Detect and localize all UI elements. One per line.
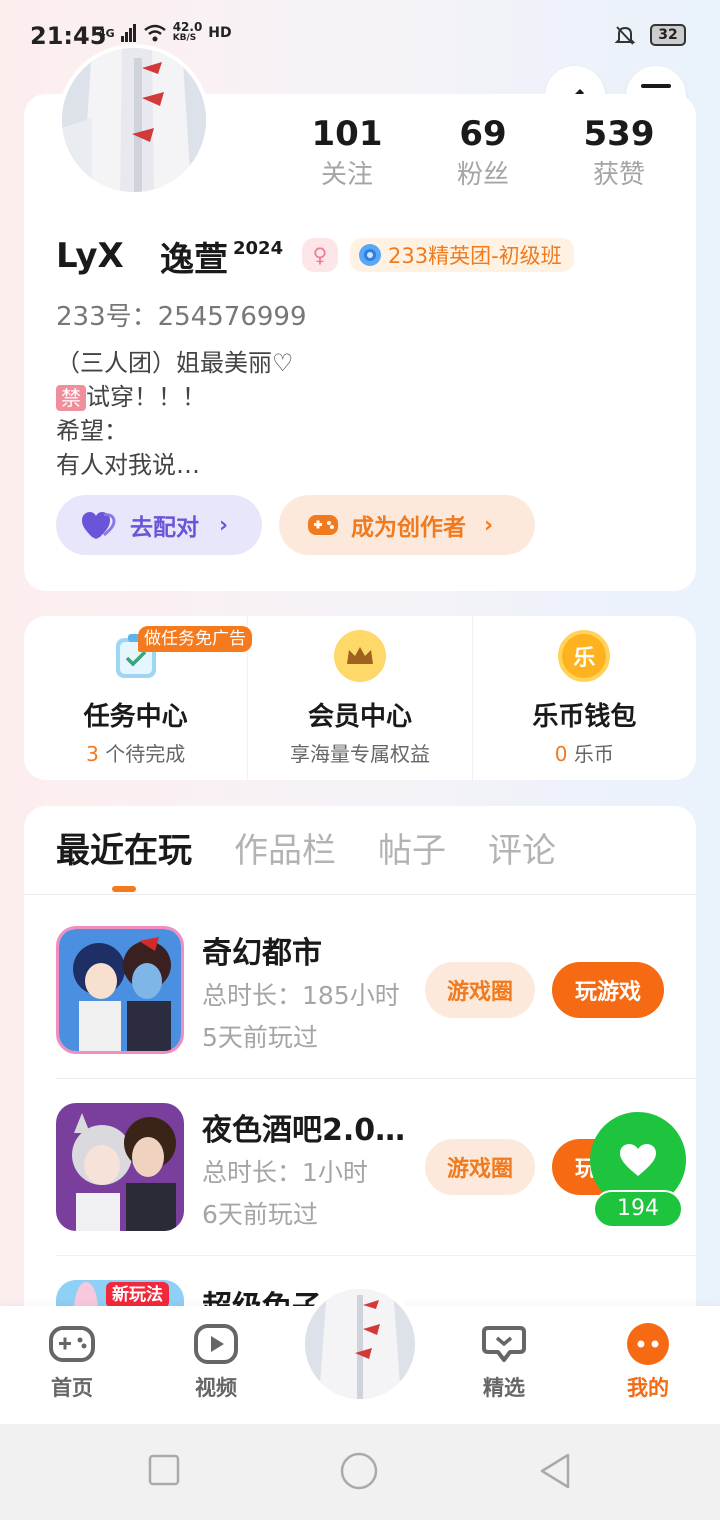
nav-label: 首页: [51, 1376, 93, 1400]
network-label: 4G: [98, 26, 115, 40]
stat-number: 69: [459, 114, 507, 154]
bio-line: （三人团）姐最美丽♡: [56, 349, 294, 377]
gamepad-icon: [308, 515, 338, 535]
game-name: 夜色酒吧2.0(…: [202, 1113, 417, 1148]
divider: [56, 1078, 696, 1079]
wifi-icon: [143, 24, 166, 42]
gamepad-icon: [48, 1322, 96, 1366]
quick-subtitle: 享海量专属权益: [289, 742, 430, 766]
member-center-entry[interactable]: 会员中心 享海量专属权益: [247, 616, 471, 780]
nav-home[interactable]: 首页: [27, 1322, 117, 1402]
user-id: 233号：254576999: [56, 302, 307, 332]
coin-icon: 乐: [558, 630, 611, 682]
game-thumbnail: [56, 1103, 184, 1231]
gender-female-badge: ♀: [302, 238, 338, 272]
username-suffix: 逸萱: [160, 240, 228, 280]
battery-icon: 32: [650, 24, 686, 46]
game-last-played: 6天前玩过: [202, 1200, 318, 1229]
stat-following[interactable]: 101 关注: [279, 112, 415, 194]
nav-label: 我的: [627, 1376, 669, 1400]
avatar: [305, 1289, 415, 1399]
team-badge[interactable]: 233精英团-初级班: [350, 238, 574, 272]
match-button[interactable]: 去配对 ›: [56, 495, 262, 555]
game-name: 奇幻都市: [202, 936, 322, 971]
quick-entries-card: 任务中心 3 个待完成 会员中心 享海量专属权益 乐 乐币钱包 0 乐币: [24, 616, 696, 780]
stat-followers[interactable]: 69 粉丝: [415, 112, 551, 194]
stat-label: 关注: [320, 160, 373, 190]
tab-indicator: [112, 886, 136, 892]
network-speed: 42.0 KB/S: [172, 20, 203, 43]
divider: [24, 894, 696, 895]
become-creator-button[interactable]: 成为创作者 ›: [279, 495, 535, 555]
status-icons: 4G 42.0 KB/S HD: [98, 20, 232, 44]
bell-off-icon: [614, 26, 636, 45]
quick-title: 乐币钱包: [532, 702, 637, 732]
game-circle-button[interactable]: 游戏圈: [425, 1139, 535, 1195]
avatar[interactable]: [58, 44, 210, 196]
bio-line: 希望：: [56, 417, 128, 445]
crown-icon: [333, 630, 386, 682]
tab-recent[interactable]: 最近在玩: [56, 828, 192, 874]
team-medal-icon: [359, 244, 381, 266]
nav-label: 精选: [483, 1376, 525, 1400]
female-icon: ♀: [312, 243, 328, 267]
bio-line: 有人对我说…: [56, 451, 200, 479]
bio: （三人团）姐最美丽♡ 禁试穿！！！ 希望： 有人对我说…: [56, 346, 294, 482]
quick-subtitle: 3 个待完成: [86, 742, 186, 766]
quick-title: 任务中心: [83, 702, 188, 732]
home-circle-icon[interactable]: [340, 1452, 378, 1490]
new-gameplay-tag: 新玩法: [106, 1282, 169, 1308]
game-duration: 总时长：1小时: [202, 1158, 368, 1187]
nav-video[interactable]: 视频: [171, 1322, 261, 1402]
task-ad-free-tag: 做任务免广告: [138, 626, 252, 652]
ban-emoji: 禁: [56, 385, 86, 411]
quick-title: 会员中心: [307, 702, 412, 732]
play-game-button[interactable]: 玩游戏: [552, 962, 664, 1018]
like-count: 194: [593, 1190, 683, 1228]
stat-label: 粉丝: [456, 160, 509, 190]
status-time: 21:45: [30, 22, 107, 50]
chevron-right-icon: ›: [219, 512, 229, 538]
game-duration: 总时长：185小时: [202, 981, 400, 1010]
nav-featured[interactable]: 精选: [459, 1322, 549, 1402]
game-row[interactable]: 奇幻都市 总时长：185小时 5天前玩过 游戏圈 玩游戏: [56, 926, 696, 1102]
hd-icon: HD: [208, 25, 232, 41]
username-year: 2024: [233, 238, 284, 259]
back-icon[interactable]: [538, 1452, 572, 1490]
tab-works[interactable]: 作品栏: [234, 828, 336, 874]
stat-likes[interactable]: 539 获赞: [551, 112, 687, 194]
game-thumbnail: [56, 926, 184, 1054]
heart-chat-icon: [480, 1322, 528, 1366]
profile-tabs: 最近在玩 作品栏 帖子 评论: [56, 828, 556, 874]
match-label: 去配对: [130, 515, 199, 541]
quick-subtitle: 0 乐币: [554, 742, 614, 766]
creator-label: 成为创作者: [351, 515, 466, 541]
stat-number: 539: [583, 114, 655, 154]
bio-line: 禁试穿！！！: [56, 380, 294, 414]
face-icon: [624, 1322, 672, 1366]
signal-icon: [120, 24, 136, 42]
center-avatar-button[interactable]: [300, 1284, 420, 1404]
nav-mine[interactable]: 我的: [603, 1322, 693, 1402]
stat-number: 101: [311, 114, 383, 154]
game-last-played: 5天前玩过: [202, 1023, 318, 1052]
status-right: 32: [614, 24, 686, 46]
tab-comments[interactable]: 评论: [488, 828, 556, 874]
divider: [56, 1255, 696, 1256]
team-badge-label: 233精英团-初级班: [388, 244, 562, 268]
username: LyX: [56, 236, 124, 276]
recent-apps-icon[interactable]: [148, 1454, 180, 1486]
stat-label: 获赞: [592, 160, 645, 190]
game-circle-button[interactable]: 游戏圈: [425, 962, 535, 1018]
coin-wallet-entry[interactable]: 乐 乐币钱包 0 乐币: [471, 616, 696, 780]
profile-stats: 101 关注 69 粉丝 539 获赞: [279, 112, 699, 194]
system-nav-bar: [0, 1424, 720, 1520]
nav-label: 视频: [195, 1376, 237, 1400]
video-play-icon: [192, 1322, 240, 1366]
chevron-right-icon: ›: [484, 512, 494, 538]
heart-icon: [620, 1144, 656, 1176]
tab-posts[interactable]: 帖子: [378, 828, 446, 874]
double-heart-icon: [82, 512, 116, 539]
